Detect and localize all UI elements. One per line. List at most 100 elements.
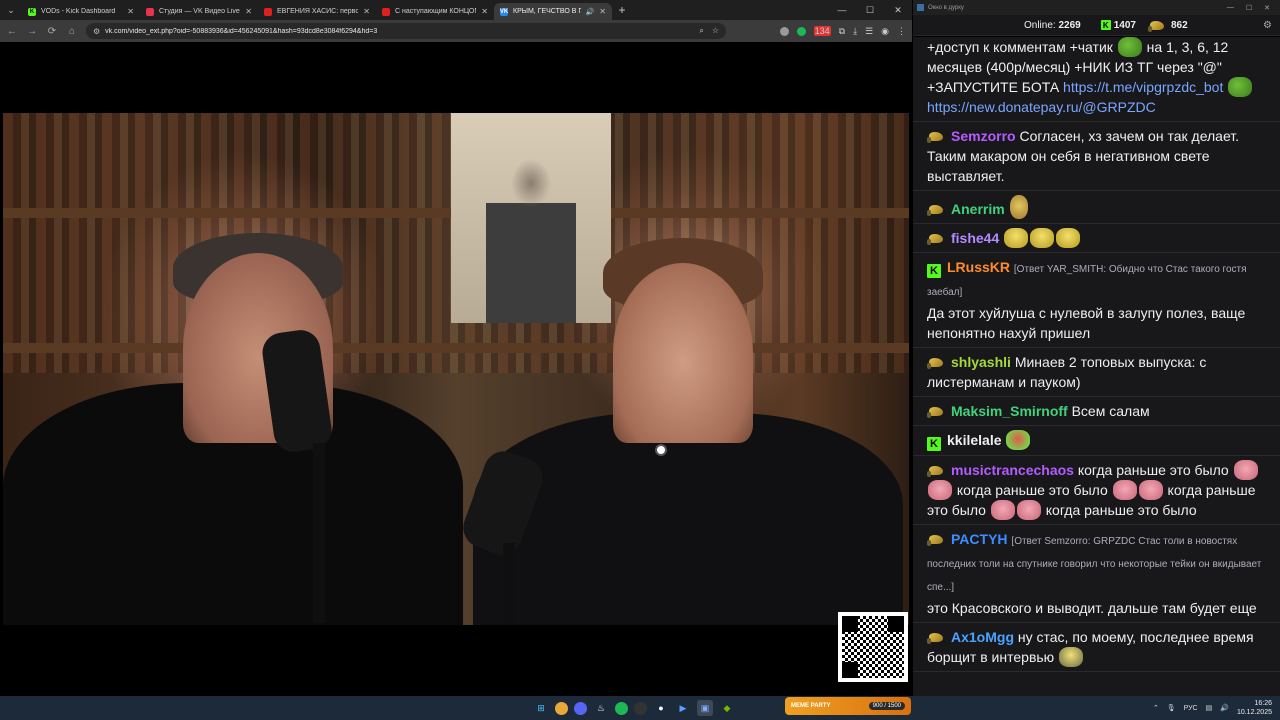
maximize-icon[interactable]: ☐: [856, 5, 884, 16]
app-icon: [917, 4, 924, 11]
chat-message: K LRussKR [Ответ YAR_SMITH: Обидно что Ст…: [913, 253, 1280, 348]
chat-message: musictrancechaos когда раньше это было к…: [913, 456, 1280, 525]
video-player[interactable]: [3, 113, 909, 625]
chat-message: fishe44: [913, 224, 1280, 253]
volume-icon[interactable]: 🔊: [1220, 704, 1229, 712]
crown-badge-icon: [927, 231, 945, 245]
shelf: [3, 343, 909, 353]
microphone-icon[interactable]: 🎙: [1167, 704, 1176, 712]
kick-favicon-icon: K: [28, 7, 36, 16]
reload-icon[interactable]: ⟳: [46, 26, 58, 37]
media-player-icon[interactable]: ▶: [675, 700, 691, 716]
crown-viewers: 862: [1147, 18, 1188, 32]
crown-badge-icon: [927, 202, 945, 216]
pig-emote: [1233, 460, 1258, 480]
clock[interactable]: 16:26 10.12.2025: [1237, 699, 1272, 717]
tab-youtube-1[interactable]: ЕВГЕНИЯ ХАСИС: первое инте... ✕: [258, 3, 376, 20]
steam-icon[interactable]: ♨: [593, 700, 609, 716]
date: 10.12.2025: [1236, 709, 1272, 716]
show-hidden-icons-icon[interactable]: ⌃: [1153, 704, 1159, 712]
tab-vk-studio[interactable]: Студия — VK Видео Live ✕: [140, 3, 258, 20]
username[interactable]: Anerrim: [951, 201, 1005, 217]
tab-bar: ⌄ K VODs - Kick Dashboard ✕ Студия — VK …: [0, 0, 912, 20]
chrome-icon[interactable]: [555, 701, 568, 715]
spotify-icon[interactable]: [615, 701, 628, 715]
sidebar-icon[interactable]: ☰: [865, 26, 873, 37]
username[interactable]: kkilelale: [947, 432, 1002, 448]
home-icon[interactable]: ⌂: [66, 26, 78, 37]
close-icon[interactable]: ✕: [363, 7, 370, 16]
mic-stand: [503, 543, 515, 625]
youtube-favicon-icon: [264, 7, 272, 16]
chat-message: Maksim_Smirnoff Всем салам: [913, 397, 1280, 426]
pig-emote: [990, 500, 1015, 520]
windows-start-icon[interactable]: ⊞: [533, 700, 549, 716]
menu-icon[interactable]: ⋮: [897, 26, 906, 37]
close-icon[interactable]: ✕: [245, 7, 252, 16]
maximize-icon[interactable]: ☐: [1246, 4, 1252, 12]
tab-kick-vods[interactable]: K VODs - Kick Dashboard ✕: [22, 3, 140, 20]
extension-icon[interactable]: [779, 26, 789, 36]
profile-icon[interactable]: ◉: [881, 26, 889, 37]
chat-message: shlyashli Минаев 2 топовых выпуска: с ли…: [913, 348, 1280, 397]
minimize-icon[interactable]: —: [828, 5, 856, 16]
language-indicator[interactable]: РУС: [1184, 705, 1198, 712]
bot-link[interactable]: https://t.me/vipgrpzdc_bot: [1063, 79, 1223, 95]
obs-icon[interactable]: [634, 701, 647, 715]
guest-right: [473, 413, 903, 625]
crown-badge-icon: [927, 463, 945, 477]
new-tab-button[interactable]: +: [612, 3, 632, 17]
bookmark-star-icon[interactable]: ☆: [712, 26, 719, 36]
chat-message: Ax1oMgg ну стас, по моему, последнее вре…: [913, 623, 1280, 672]
record-icon[interactable]: ●: [653, 700, 669, 716]
tab-title: ЕВГЕНИЯ ХАСИС: первое инте...: [277, 8, 359, 15]
youtube-favicon-icon: [382, 7, 390, 16]
donate-link[interactable]: https://new.donatepay.ru/@GRPZDC: [927, 99, 1156, 115]
close-window-icon[interactable]: ✕: [884, 5, 912, 16]
username[interactable]: Maksim_Smirnoff: [951, 403, 1068, 419]
download-icon[interactable]: ⤓: [853, 26, 857, 37]
close-icon[interactable]: ✕: [481, 7, 488, 16]
crown-badge-icon: [927, 355, 945, 369]
close-icon[interactable]: ✕: [599, 7, 606, 16]
message-text: когда раньше это было: [956, 482, 1108, 498]
forward-icon[interactable]: →: [26, 26, 38, 37]
chat-window-title: Окно в дурку: [928, 4, 964, 11]
back-icon[interactable]: ←: [6, 26, 18, 37]
chat-message: Anerrim: [913, 191, 1280, 224]
tab-search-icon[interactable]: ⌄: [0, 0, 22, 20]
chat-header: Online: 2269 K 1407 862 ⚙: [913, 15, 1280, 36]
site-info-icon[interactable]: ⚙: [93, 27, 100, 36]
username[interactable]: shlyashli: [951, 354, 1011, 370]
tab-title: С наступающим КОНЦОМ СВ...: [395, 8, 476, 15]
pepe-emote: [1117, 37, 1142, 57]
username[interactable]: LRussKR: [947, 259, 1010, 275]
username[interactable]: PACTYH: [951, 531, 1008, 547]
discord-icon[interactable]: [574, 701, 587, 715]
minimize-icon[interactable]: —: [1227, 4, 1234, 12]
settings-gear-icon[interactable]: ⚙: [1263, 20, 1272, 31]
search-icon[interactable]: ⌕: [699, 26, 703, 36]
message-text: Да этот хуйлуша с нулевой в залупу полез…: [927, 305, 1246, 341]
meme-party-widget[interactable]: MEME PARTY 900 / 1500: [785, 697, 911, 715]
username[interactable]: fishe44: [951, 230, 999, 246]
extensions-puzzle-icon[interactable]: ⧉: [839, 26, 845, 37]
username[interactable]: Ax1oMgg: [951, 629, 1014, 645]
close-window-icon[interactable]: ✕: [1264, 4, 1270, 12]
chat-messages[interactable]: +доступ к комментам +чатик на 1, 3, 6, 1…: [913, 37, 1280, 697]
close-icon[interactable]: ✕: [127, 7, 134, 16]
username[interactable]: musictrancechaos: [951, 462, 1074, 478]
nvidia-icon[interactable]: ◆: [719, 700, 735, 716]
chat-app-icon[interactable]: ▣: [697, 700, 713, 716]
extension-icon[interactable]: [796, 26, 806, 36]
pig-emote: [1016, 500, 1041, 520]
address-bar[interactable]: ⚙ vk.com/video_ext.php?oid=-50883936&id=…: [86, 23, 726, 39]
username[interactable]: Semzorro: [951, 128, 1016, 144]
tab-youtube-2[interactable]: С наступающим КОНЦОМ СВ... ✕: [376, 3, 494, 20]
audio-playing-icon[interactable]: 🔊: [586, 8, 595, 16]
network-icon[interactable]: ▤: [1206, 704, 1213, 712]
frog-emote: [1006, 430, 1031, 450]
crown-badge-icon: [927, 630, 945, 644]
tab-vk-video-active[interactable]: VK КРЫМ, ГЕЧСТВО В ПОЛИТ... 🔊 ✕: [494, 3, 612, 20]
tab-title: VODs - Kick Dashboard: [41, 8, 116, 15]
